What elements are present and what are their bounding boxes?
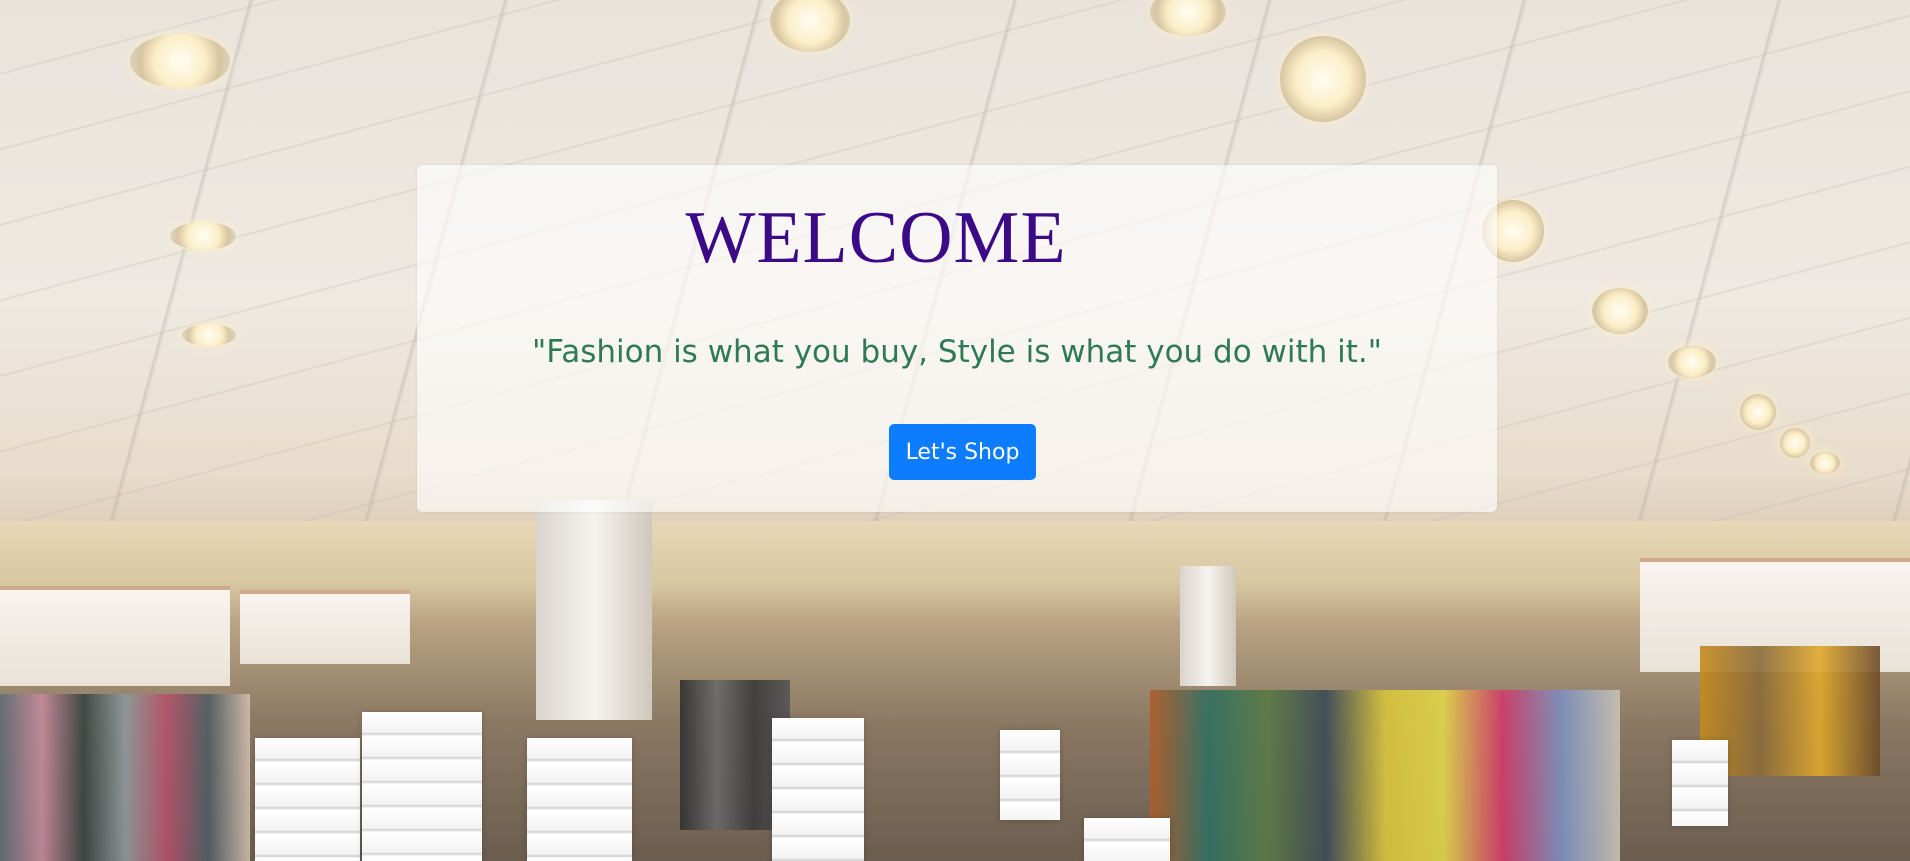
lets-shop-button[interactable]: Let's Shop (889, 424, 1036, 480)
shoe-box-stack (1672, 740, 1728, 826)
fashion-quote: "Fashion is what you buy, Style is what … (531, 334, 1383, 370)
shoe-box-stack (362, 712, 482, 861)
clothing-rack (1150, 690, 1620, 861)
ceiling-light (1740, 394, 1776, 430)
ceiling-light (1668, 346, 1716, 378)
shoe-box-stack (1084, 818, 1170, 861)
shoe-box-stack (1000, 730, 1060, 820)
store-pillar (1180, 566, 1236, 686)
wall-shelf (240, 590, 410, 664)
ceiling-light (1592, 288, 1648, 334)
ceiling-light (182, 324, 236, 346)
ceiling-light (130, 34, 230, 88)
shoe-box-stack (527, 738, 632, 861)
shoe-box-stack (772, 718, 864, 861)
store-pillar (536, 500, 652, 720)
hero-section: WELCOME "Fashion is what you buy, Style … (0, 0, 1910, 861)
ceiling-light (170, 222, 236, 250)
welcome-card: WELCOME "Fashion is what you buy, Style … (417, 165, 1497, 512)
ceiling-light (1810, 452, 1840, 474)
shoe-box-stack (255, 738, 360, 861)
clothing-rack (0, 694, 250, 861)
ceiling-light (1280, 36, 1366, 122)
ceiling-light (1780, 428, 1810, 458)
wall-shelf (0, 586, 230, 686)
welcome-heading: WELCOME (685, 197, 1067, 279)
